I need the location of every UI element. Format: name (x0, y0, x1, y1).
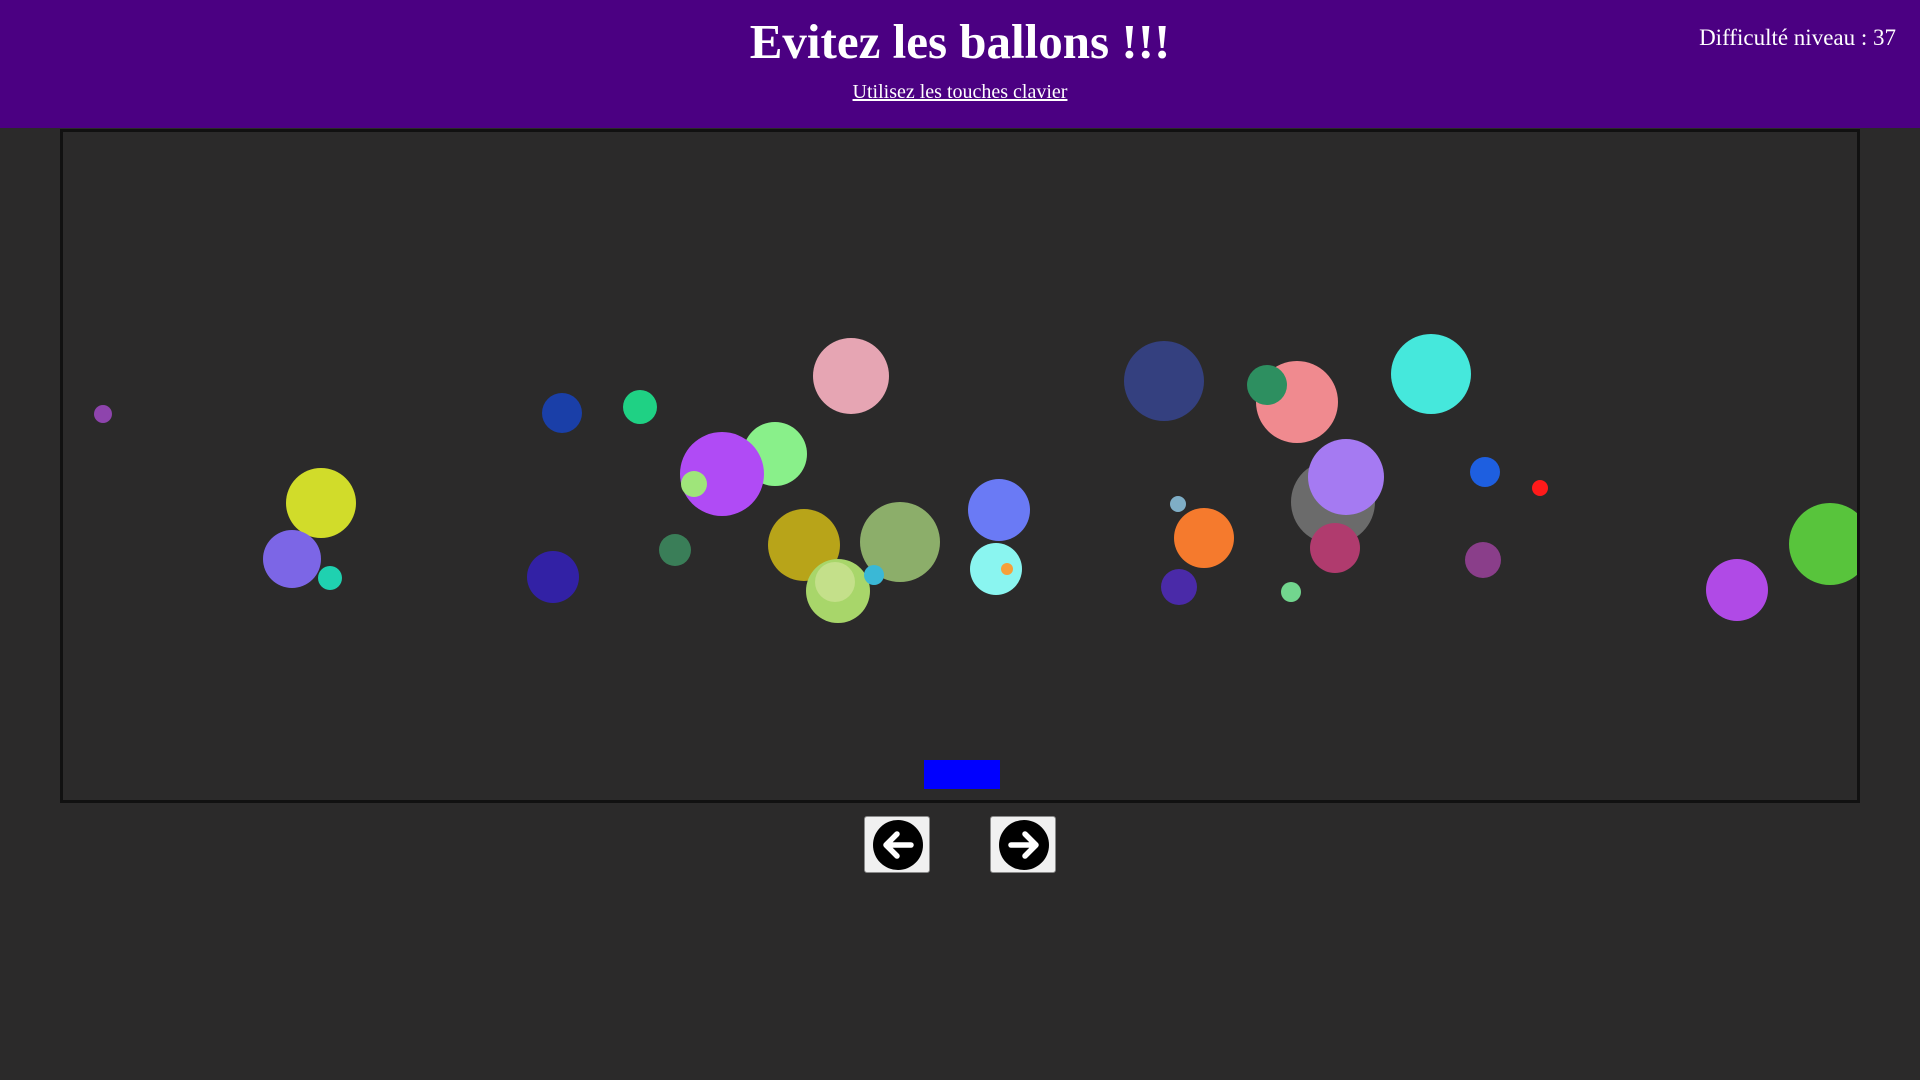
balloon (527, 551, 579, 603)
difficulty-level: Difficulté niveau : 37 (1699, 25, 1896, 50)
balloon (94, 405, 112, 423)
move-right-button[interactable] (990, 816, 1056, 873)
balloon (1174, 508, 1234, 568)
balloon (864, 565, 884, 585)
balloon (1247, 365, 1287, 405)
balloon (968, 479, 1030, 541)
game-canvas (94, 334, 1857, 789)
balloon (970, 543, 1022, 595)
instructions-link[interactable]: Utilisez les touches clavier (0, 80, 1920, 104)
balloon (815, 562, 855, 602)
balloon (1170, 496, 1186, 512)
balloon (1310, 523, 1360, 573)
balloon (1391, 334, 1471, 414)
balloon (1465, 542, 1501, 578)
game-board[interactable] (60, 129, 1860, 803)
balloon (1470, 457, 1500, 487)
balloon (318, 566, 342, 590)
balloon (681, 471, 707, 497)
balloon (813, 338, 889, 414)
balloon (1281, 582, 1301, 602)
balloon (623, 390, 657, 424)
balloon (263, 530, 321, 588)
header-bar: Evitez les ballons !!! Utilisez les touc… (0, 0, 1920, 128)
arrow-right-circle-icon (999, 820, 1049, 870)
balloon (1706, 559, 1768, 621)
player-paddle (924, 760, 1000, 789)
balloon (1789, 503, 1857, 585)
balloon (1308, 439, 1384, 515)
arrow-left-circle-icon (873, 820, 923, 870)
page-title: Evitez les ballons !!! (749, 14, 1171, 69)
balloon (659, 534, 691, 566)
move-left-button[interactable] (864, 816, 930, 873)
balloon (286, 468, 356, 538)
balloon (542, 393, 582, 433)
balloon (1161, 569, 1197, 605)
balloon (1124, 341, 1204, 421)
balloon (1532, 480, 1548, 496)
balloon (1001, 563, 1013, 575)
